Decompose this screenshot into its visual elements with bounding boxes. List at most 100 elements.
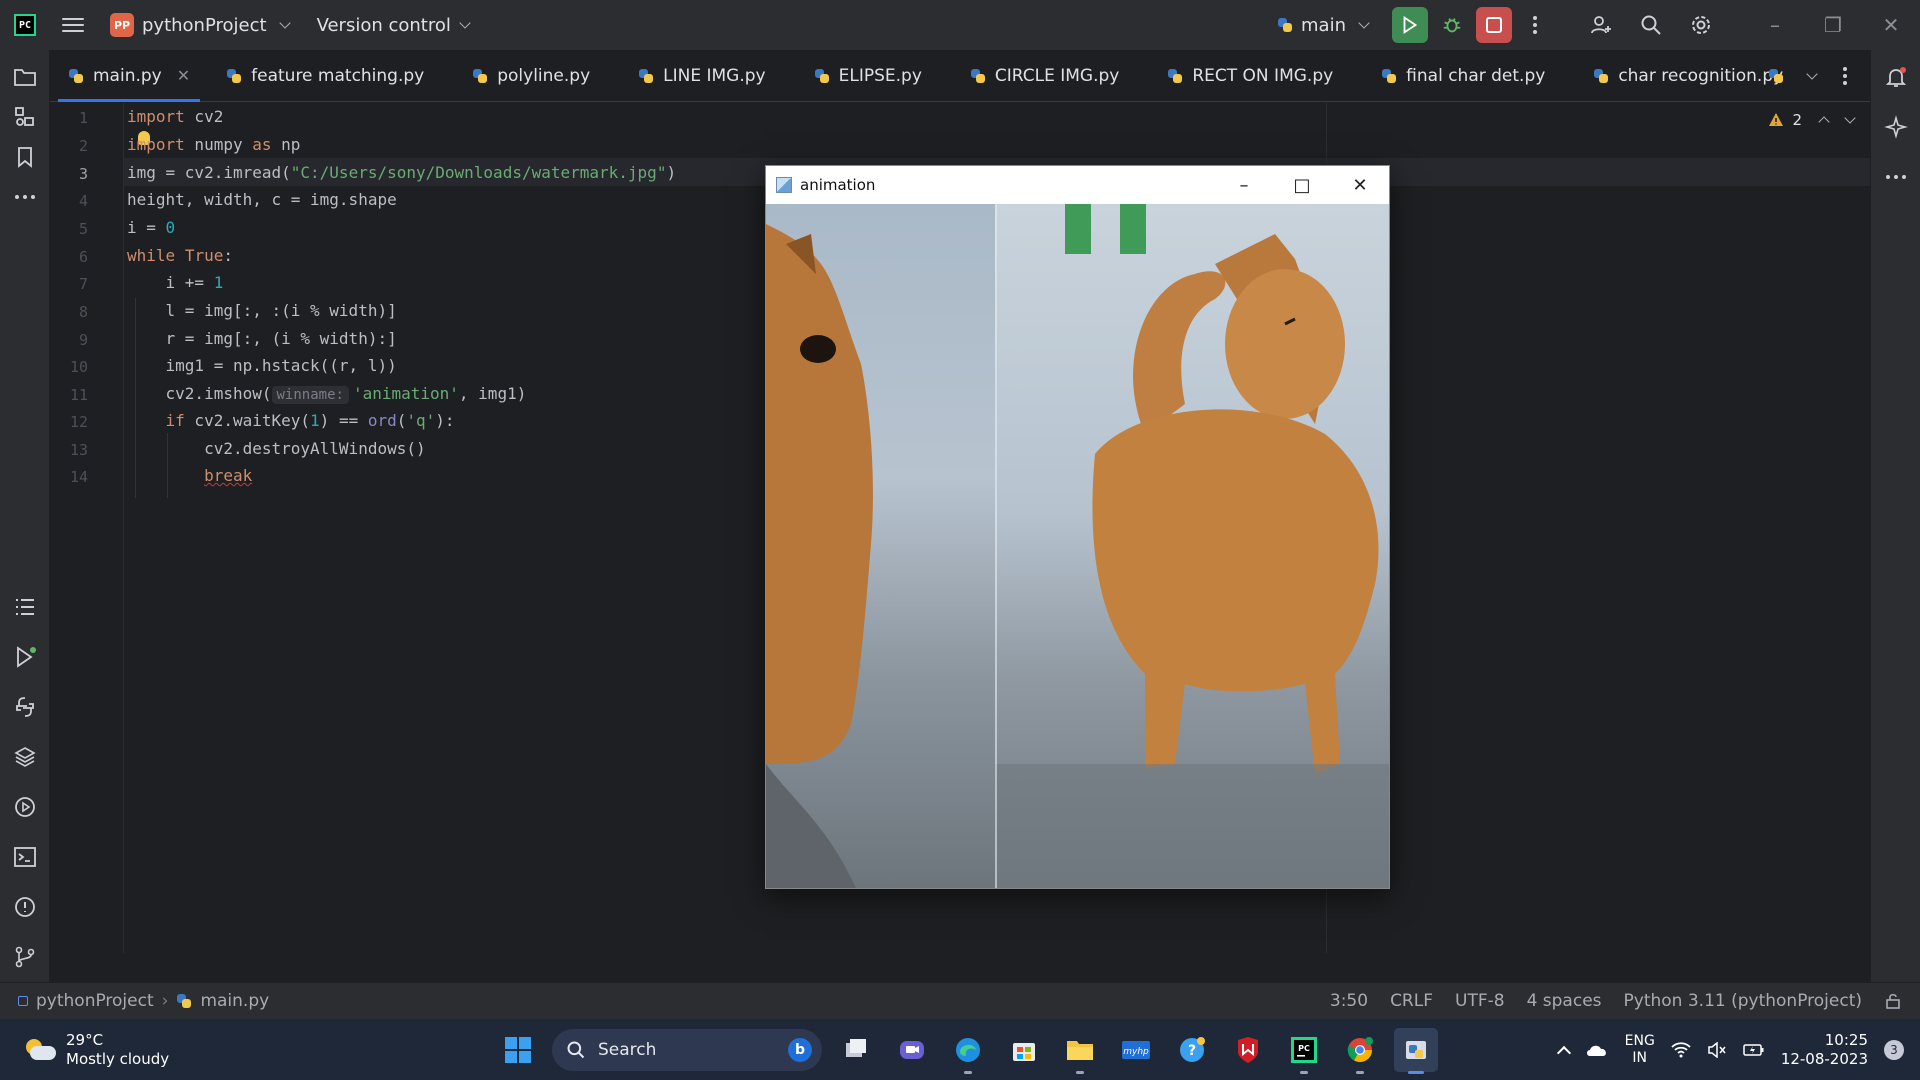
debug-button[interactable]: [1434, 7, 1470, 43]
tab-label: LINE IMG.py: [663, 65, 766, 86]
notification-count-badge[interactable]: 3: [1884, 1039, 1904, 1060]
tab-main-py[interactable]: main.py ✕: [50, 50, 208, 102]
breadcrumb-project[interactable]: pythonProject: [36, 991, 154, 1011]
line-number: 1: [78, 109, 88, 127]
battery-charging-icon[interactable]: [1743, 1043, 1765, 1057]
start-button[interactable]: [496, 1028, 540, 1072]
services-tool-button[interactable]: [12, 794, 38, 820]
tab-list-chevron-icon[interactable]: [1806, 68, 1818, 80]
run-tool-button[interactable]: [12, 644, 38, 670]
hp-support-app[interactable]: ?: [1170, 1028, 1214, 1072]
search-button[interactable]: [1626, 0, 1676, 50]
minimize-window-button[interactable]: –: [1746, 0, 1804, 50]
cv-maximize-button[interactable]: □: [1273, 166, 1331, 204]
problems-tool-button[interactable]: [12, 894, 38, 920]
project-selector[interactable]: PP pythonProject: [110, 13, 291, 37]
mcafee-shield-icon: [1238, 1036, 1258, 1063]
restore-window-button[interactable]: ❐: [1804, 0, 1862, 50]
language-indicator[interactable]: ENG IN: [1625, 1033, 1655, 1067]
line-number: 7: [78, 275, 88, 293]
terminal-tool-button[interactable]: [12, 844, 38, 870]
weather-widget[interactable]: 29°C Mostly cloudy: [22, 1031, 169, 1069]
close-window-button[interactable]: ✕: [1862, 0, 1920, 50]
pycharm-logo-icon: PC: [14, 14, 36, 36]
chrome-app[interactable]: [1338, 1028, 1382, 1074]
unlock-icon[interactable]: [1884, 992, 1902, 1010]
taskbar-search[interactable]: Search b: [552, 1028, 822, 1071]
stop-button[interactable]: [1476, 7, 1512, 43]
cv-minimize-button[interactable]: –: [1215, 166, 1273, 204]
teams-chat-app[interactable]: [890, 1028, 934, 1072]
tab-rect-on-img[interactable]: RECT ON IMG.py: [1149, 50, 1363, 102]
mcafee-app[interactable]: [1226, 1028, 1270, 1072]
line-number: 9: [78, 331, 88, 349]
run-config-selector[interactable]: main: [1277, 15, 1370, 36]
tab-label: CIRCLE IMG.py: [994, 65, 1120, 86]
tab-final-char-det[interactable]: final char det.py: [1363, 50, 1575, 102]
python-file-icon: [1593, 68, 1609, 84]
folder-icon: [14, 69, 36, 86]
line-number: 2: [78, 137, 88, 155]
windows-taskbar: 29°C Mostly cloudy Search b myhp ? PC EN…: [0, 1019, 1920, 1080]
tab-circle-img[interactable]: CIRCLE IMG.py: [952, 50, 1149, 102]
search-icon: [1641, 15, 1661, 35]
animation-window[interactable]: animation – □ ✕: [765, 165, 1390, 889]
notifications-button[interactable]: [1883, 64, 1909, 90]
python-interpreter[interactable]: Python 3.11 (pythonProject): [1624, 991, 1862, 1011]
next-problem-icon[interactable]: [1844, 112, 1856, 124]
cv-close-button[interactable]: ✕: [1331, 166, 1389, 204]
close-tab-icon[interactable]: ✕: [177, 66, 190, 85]
windows-logo-icon: [505, 1036, 531, 1063]
python-file-icon: [226, 68, 242, 84]
todo-tool-button[interactable]: [12, 594, 38, 620]
tab-line-img[interactable]: LINE IMG.py: [620, 50, 795, 102]
image-seam: [995, 204, 997, 888]
rerun-icon: [1403, 15, 1418, 35]
main-menu-icon[interactable]: [62, 18, 84, 32]
wifi-icon[interactable]: [1671, 1041, 1691, 1058]
version-control-menu[interactable]: Version control: [317, 15, 471, 36]
line-separator[interactable]: CRLF: [1390, 991, 1433, 1011]
speaker-muted-icon[interactable]: [1707, 1041, 1727, 1058]
tab-elipse[interactable]: ELIPSE.py: [796, 50, 952, 102]
show-hidden-icons-chevron-icon[interactable]: [1556, 1045, 1571, 1060]
caret-position[interactable]: 3:50: [1330, 991, 1368, 1011]
bookmarks-tool-button[interactable]: [12, 144, 38, 170]
dog-image: [995, 204, 1389, 888]
edge-app[interactable]: [946, 1028, 990, 1074]
store-app[interactable]: [1002, 1028, 1046, 1072]
more-tools-button[interactable]: [12, 184, 38, 210]
line-number: 13: [69, 441, 88, 459]
my-hp-app[interactable]: myhp: [1114, 1028, 1158, 1072]
clock[interactable]: 10:25 12-08-2023: [1781, 1031, 1868, 1069]
line-number: 4: [78, 192, 88, 210]
right-tool-stripe: [1870, 50, 1920, 982]
tab-polyline[interactable]: polyline.py: [454, 50, 620, 102]
python-app[interactable]: [1394, 1027, 1438, 1074]
file-explorer-app[interactable]: [1058, 1028, 1102, 1074]
ai-assistant-button[interactable]: [1883, 114, 1909, 140]
tab-actions-icon[interactable]: [1834, 67, 1856, 85]
add-user-button[interactable]: [1576, 0, 1626, 50]
pycharm-app[interactable]: PC: [1282, 1028, 1326, 1074]
python-file-icon[interactable]: [1768, 68, 1784, 84]
python-console-tool-button[interactable]: [12, 694, 38, 720]
inspection-widget[interactable]: 2: [1768, 111, 1856, 129]
rerun-button[interactable]: [1392, 7, 1428, 43]
git-tool-button[interactable]: [12, 944, 38, 970]
tab-label: RECT ON IMG.py: [1192, 65, 1334, 86]
settings-button[interactable]: [1676, 0, 1726, 50]
structure-tool-button[interactable]: [12, 104, 38, 130]
more-right-tools-button[interactable]: [1883, 164, 1909, 190]
tab-feature-matching[interactable]: feature matching.py: [208, 50, 454, 102]
python-file-icon: [176, 993, 192, 1009]
more-actions-icon[interactable]: [1524, 16, 1546, 34]
file-encoding[interactable]: UTF-8: [1455, 991, 1505, 1011]
indent-setting[interactable]: 4 spaces: [1527, 991, 1602, 1011]
task-view-button[interactable]: [834, 1028, 878, 1072]
breadcrumb-file[interactable]: main.py: [200, 991, 269, 1011]
previous-problem-icon[interactable]: [1818, 116, 1830, 128]
python-packages-tool-button[interactable]: [12, 744, 38, 770]
onedrive-cloud-icon[interactable]: [1585, 1042, 1609, 1058]
project-tool-button[interactable]: [12, 64, 38, 90]
